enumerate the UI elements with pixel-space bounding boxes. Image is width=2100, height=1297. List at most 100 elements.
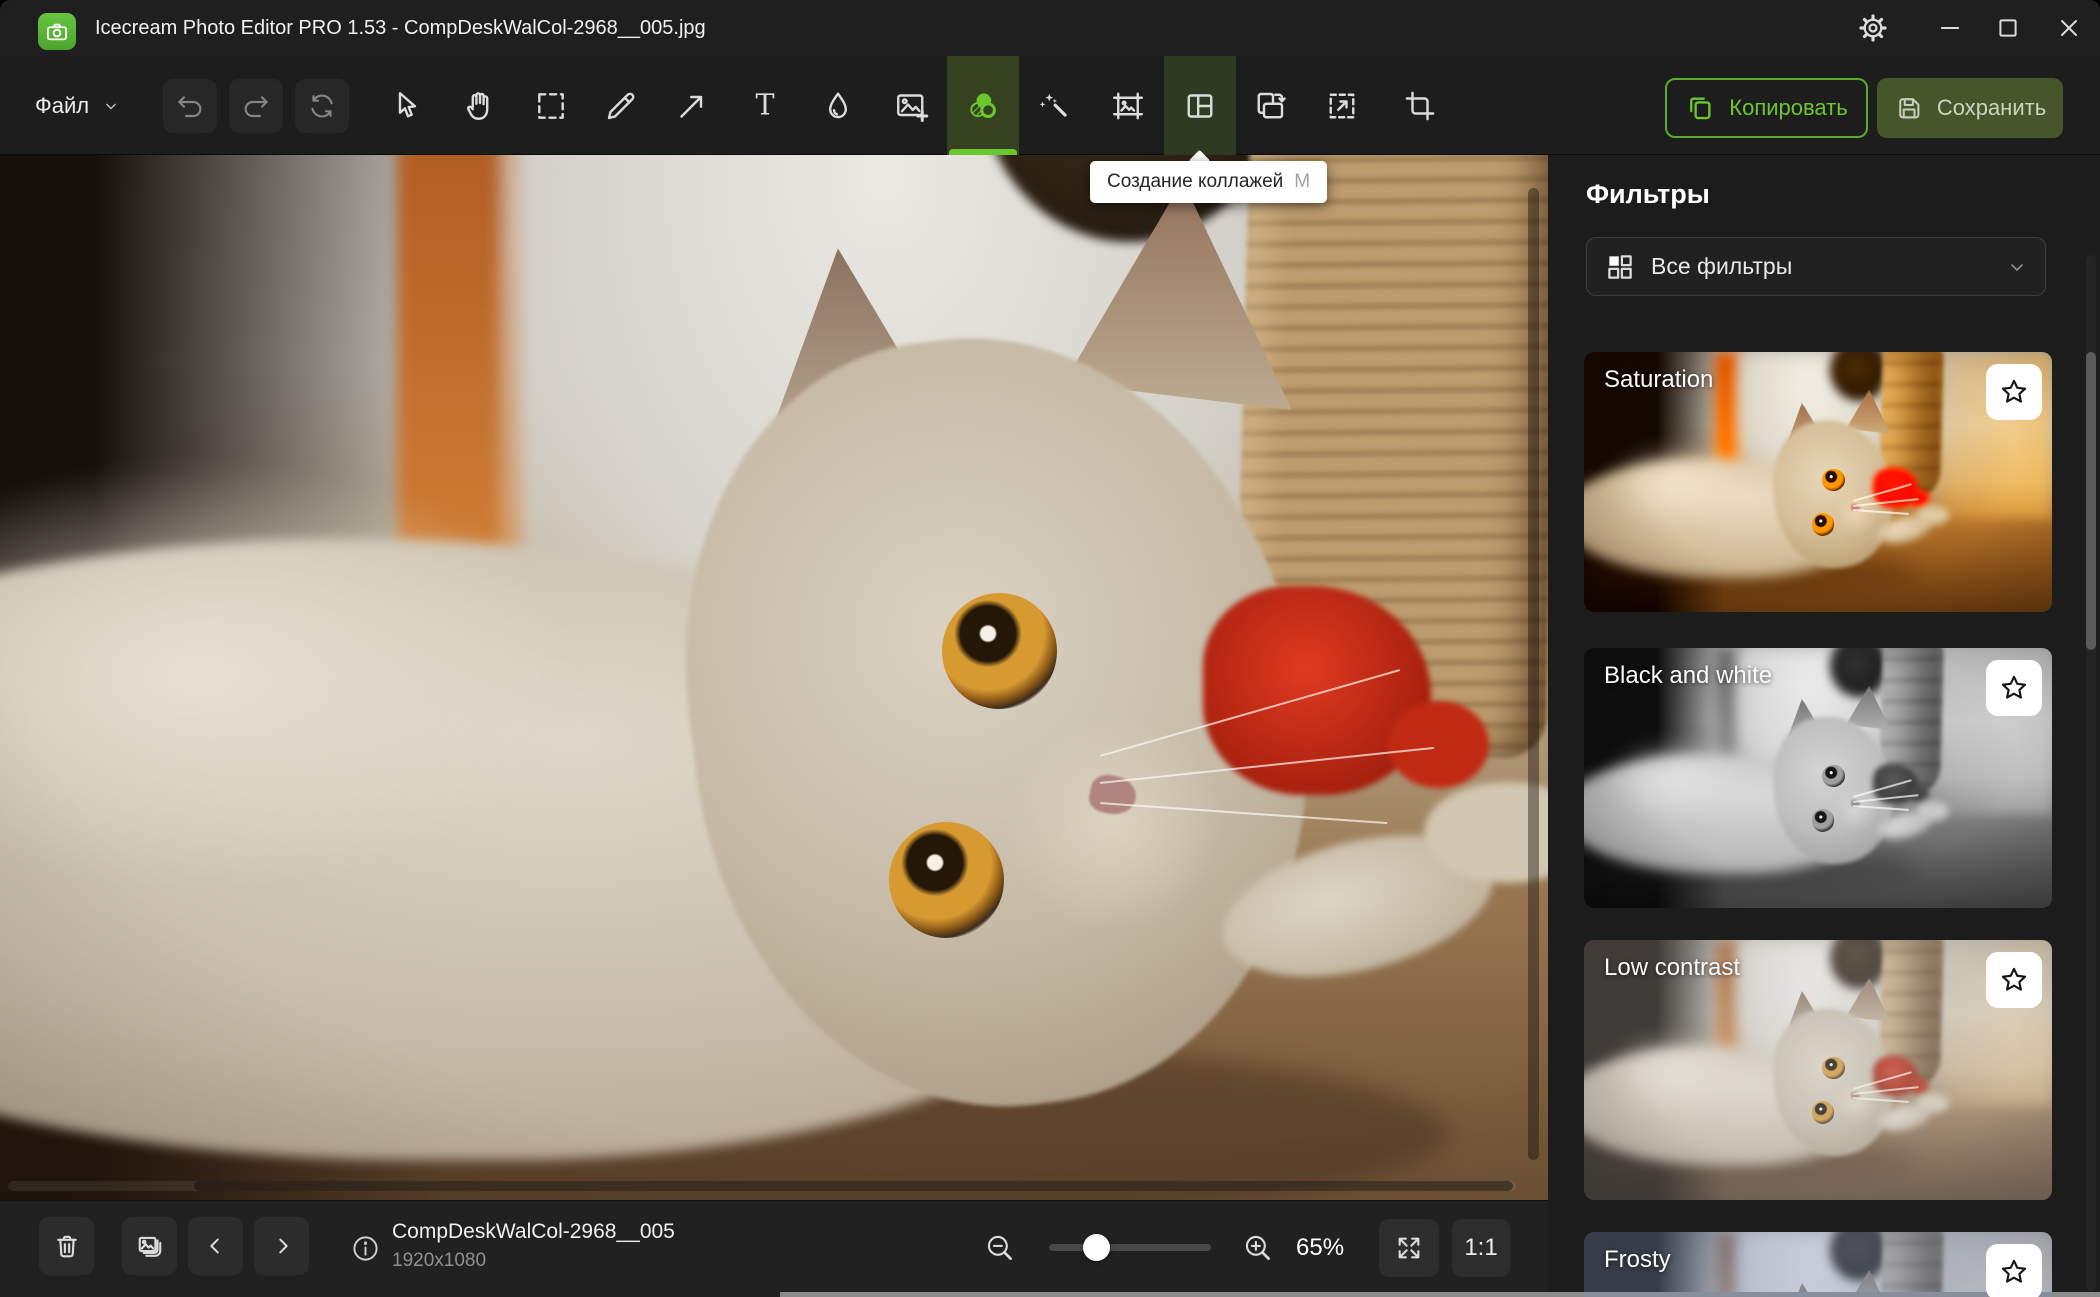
gallery-button[interactable] [122,1217,177,1275]
favorite-button[interactable] [1986,364,2042,420]
filter-label: Saturation [1604,366,1713,394]
reset-button[interactable] [295,79,349,133]
filter-card-frosty[interactable]: Frosty [1584,1232,2052,1297]
info-icon [350,1233,381,1264]
tooltip-shortcut: М [1294,171,1310,193]
zoom-out-icon [983,1231,1017,1265]
panel-scrollbar-thumb[interactable] [2086,352,2096,650]
tool-pencil[interactable] [585,56,657,155]
tool-arrow[interactable] [656,56,728,155]
filter-label: Low contrast [1604,954,1740,982]
gear-icon [1857,12,1889,44]
photo-editor-window: Icecream Photo Editor PRO 1.53 - CompDes… [0,0,2100,1297]
hand-icon [462,88,498,124]
redo-icon [240,90,272,122]
tool-text[interactable]: T [729,56,801,155]
tool-resize[interactable] [1306,56,1378,155]
filters-icon [965,88,1001,124]
tool-blur-drop[interactable] [802,56,874,155]
canvas-vertical-scrollbar-thumb[interactable] [1528,188,1539,1160]
tool-magic-wand[interactable] [1017,56,1089,155]
filter-card-black-and-white[interactable]: Black and white [1584,648,2052,908]
filters-panel: Фильтры Все фильтры [1548,155,2100,1297]
image-filename: CompDeskWalCol-2968__005 [392,1220,675,1244]
tool-filters[interactable] [947,56,1019,155]
tool-pointer[interactable] [370,56,442,155]
undo-button[interactable] [163,79,217,133]
chevron-right-icon [268,1232,296,1260]
filter-card-low-contrast[interactable]: Low contrast [1584,940,2052,1200]
zoom-slider-thumb[interactable] [1083,1234,1110,1261]
canvas-image[interactable] [0,155,1548,1200]
grid-icon [1605,252,1635,282]
pointer-icon [388,88,424,124]
text-icon: T [747,88,783,124]
zoom-in-icon [1241,1231,1275,1265]
canvas-horizontal-scrollbar-thumb[interactable] [194,1181,1513,1191]
favorite-button[interactable] [1986,660,2042,716]
settings-button[interactable] [1844,0,1902,56]
scene-vignette [0,155,1548,1200]
tool-marquee-select[interactable] [515,56,587,155]
star-icon [1998,672,2030,704]
zoom-in-button[interactable] [1241,1231,1275,1265]
image-dimensions: 1920x1080 [392,1250,486,1272]
previous-image-button[interactable] [188,1217,243,1275]
minimize-button[interactable] [1921,0,1979,56]
blur-drop-icon [820,88,856,124]
collage-icon [1182,88,1218,124]
chevron-down-icon [2005,255,2029,279]
close-button[interactable] [2040,0,2098,56]
actual-size-label: 1:1 [1464,1234,1497,1262]
star-icon [1998,1256,2030,1288]
favorite-button[interactable] [1986,952,2042,1008]
copy-button[interactable]: Копировать [1665,78,1868,138]
magic-wand-icon [1035,88,1071,124]
maximize-button[interactable] [1979,0,2037,56]
copy-button-label: Копировать [1729,95,1847,121]
fit-screen-button[interactable] [1379,1219,1439,1277]
rotate-flip-icon [1252,88,1288,124]
file-menu[interactable]: Файл [35,56,121,155]
arrow-icon [674,88,710,124]
collage-tooltip: Создание коллажей М [1090,161,1327,203]
filters-panel-title: Фильтры [1586,179,1710,210]
chevron-down-icon [101,96,121,116]
tool-crop[interactable] [1384,56,1456,155]
reset-icon [306,90,338,122]
resize-icon [1324,88,1360,124]
save-button[interactable]: Сохранить [1877,78,2063,138]
chevron-left-icon [202,1232,230,1260]
trash-icon [52,1231,82,1261]
filter-card-saturation[interactable]: Saturation [1584,352,2052,612]
close-icon [2055,14,2083,42]
marquee-select-icon [533,88,569,124]
tool-add-image[interactable] [875,56,947,155]
redo-button[interactable] [229,79,283,133]
toolbar: Файл [0,56,2100,155]
delete-button[interactable] [39,1217,94,1275]
undo-icon [174,90,206,122]
info-button[interactable] [350,1233,381,1264]
zoom-slider-track[interactable] [1049,1244,1211,1251]
crop-icon [1402,88,1438,124]
tool-rotate-flip[interactable] [1234,56,1306,155]
filter-category-value: Все фильтры [1651,253,1792,280]
next-image-button[interactable] [254,1217,309,1275]
tool-hand[interactable] [444,56,516,155]
zoom-out-button[interactable] [983,1231,1017,1265]
star-icon [1998,376,2030,408]
frame-icon [1110,88,1146,124]
star-icon [1998,964,2030,996]
app-logo-icon [38,13,76,50]
status-bar: CompDeskWalCol-2968__005 1920x1080 65% [0,1200,1548,1297]
favorite-button[interactable] [1986,1244,2042,1297]
tool-collage[interactable] [1164,56,1236,155]
gallery-icon [135,1231,165,1261]
expand-arrows-icon [1393,1232,1425,1264]
title-bar: Icecream Photo Editor PRO 1.53 - CompDes… [0,0,2100,56]
actual-size-button[interactable]: 1:1 [1452,1219,1510,1277]
filter-category-dropdown[interactable]: Все фильтры [1586,237,2046,296]
tool-frame[interactable] [1092,56,1164,155]
filter-label: Frosty [1604,1246,1671,1274]
